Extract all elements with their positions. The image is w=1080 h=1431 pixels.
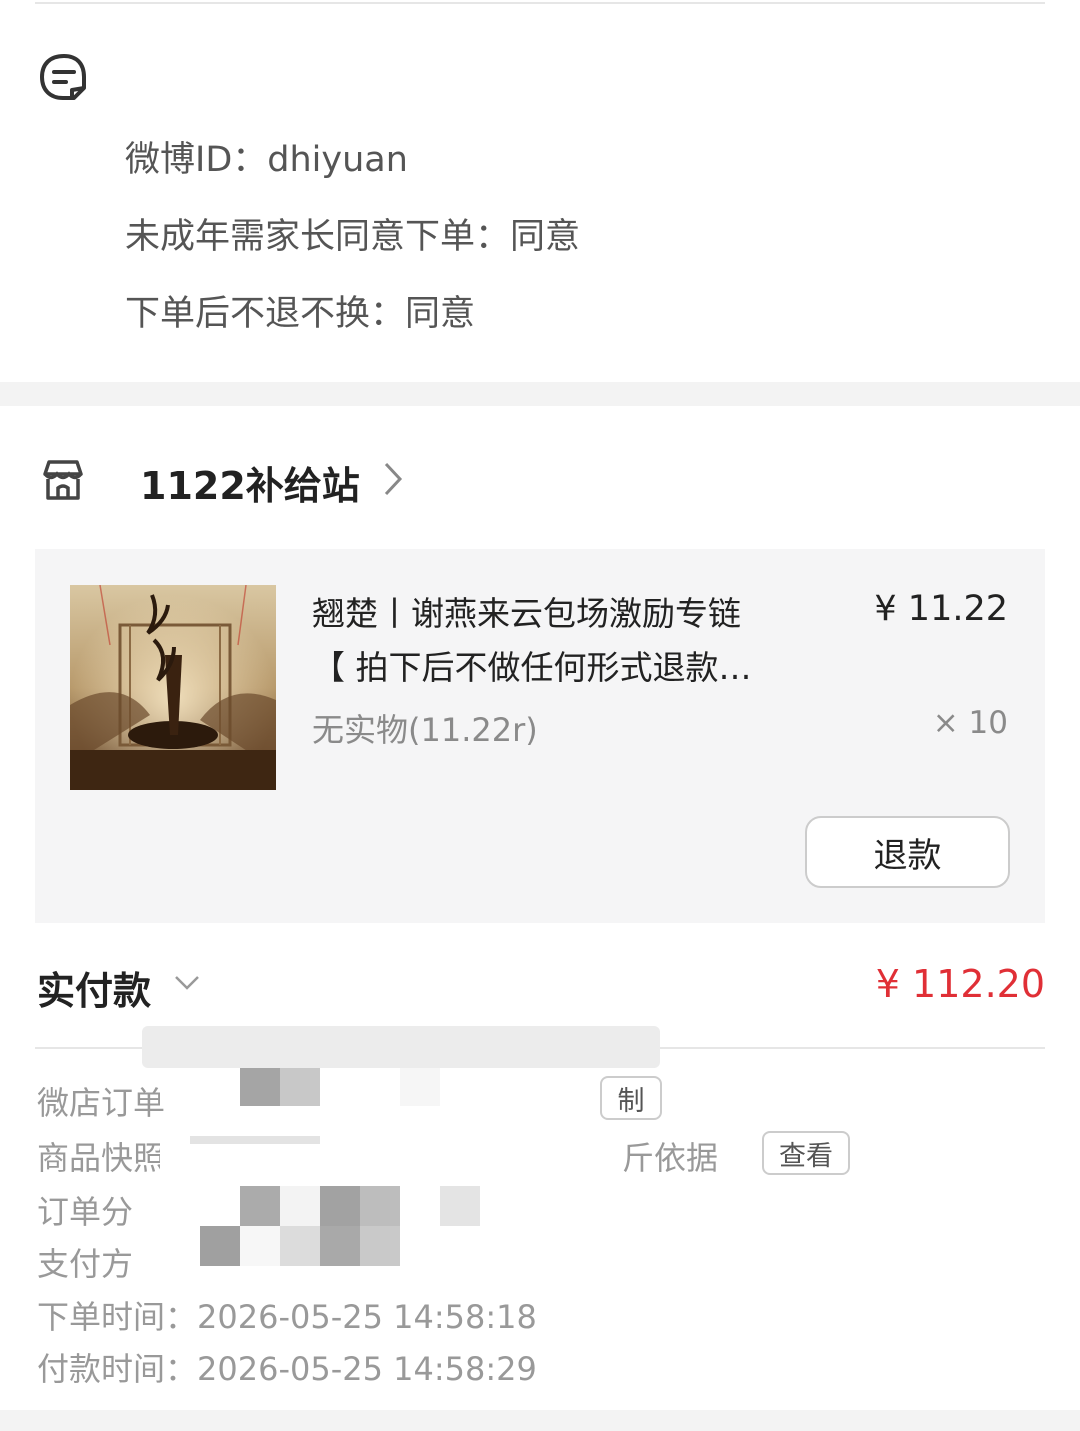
payment-method-row: 支付方 xyxy=(37,1239,133,1285)
product-spec: 无实物(11.22r) xyxy=(312,711,538,749)
order-split-label: 订单分 xyxy=(37,1193,134,1231)
chevron-down-icon[interactable] xyxy=(172,972,202,994)
order-number-row: 微店订单 xyxy=(37,1078,165,1124)
remark-line-no-return: 下单后不退不换：同意 xyxy=(125,294,476,334)
payment-time-label: 付款时间： xyxy=(37,1350,198,1388)
divider xyxy=(35,2,1045,4)
payment-time-value: 2026-05-25 14:58:29 xyxy=(197,1350,537,1388)
product-title[interactable]: 翘楚丨谢燕来云包场激励专链 【 拍下后不做任何形式退款… xyxy=(312,587,822,695)
snapshot-row: 商品快照 xyxy=(37,1133,165,1179)
copy-order-number-button[interactable]: 制 xyxy=(600,1076,662,1120)
order-detail-page: 微博ID：dhiyuan 未成年需家长同意下单：同意 下单后不退不换：同意 11… xyxy=(0,0,1080,1431)
section-separator xyxy=(0,382,1080,406)
view-snapshot-button[interactable]: 查看 xyxy=(762,1131,850,1175)
product-title-line-1: 翘楚丨谢燕来云包场激励专链 xyxy=(312,594,741,633)
snapshot-basis-text: 斤依据 xyxy=(622,1133,718,1179)
order-time-value: 2026-05-25 14:58:18 xyxy=(197,1298,537,1336)
shop-name-link[interactable]: 1122补给站 xyxy=(140,455,360,510)
buyer-remarks: 微博ID：dhiyuan 未成年需家长同意下单：同意 下单后不退不换：同意 xyxy=(125,134,580,365)
product-thumbnail[interactable] xyxy=(70,585,276,790)
snapshot-basis-fragment: 斤依据 xyxy=(622,1139,719,1177)
payment-time-row: 付款时间：2026-05-25 14:58:29 xyxy=(37,1344,537,1390)
product-title-line-2: 【 拍下后不做任何形式退款… xyxy=(312,648,752,687)
storefront-icon xyxy=(43,460,83,500)
view-snapshot-label: 查看 xyxy=(779,1140,833,1172)
product-quantity: × 10 xyxy=(932,705,1008,741)
chevron-right-icon[interactable] xyxy=(380,458,406,500)
paid-amount-label[interactable]: 实付款 xyxy=(37,960,151,1015)
product-unit-price: ¥ 11.22 xyxy=(874,589,1008,629)
product-item-card[interactable]: 翘楚丨谢燕来云包场激励专链 【 拍下后不做任何形式退款… 无实物(11.22r)… xyxy=(35,549,1045,923)
order-time-label: 下单时间： xyxy=(37,1298,198,1336)
remark-line-guardian: 未成年需家长同意下单：同意 xyxy=(125,217,581,257)
order-time-row: 下单时间：2026-05-25 14:58:18 xyxy=(37,1292,537,1338)
snapshot-label: 商品快照 xyxy=(37,1139,166,1177)
copy-button-label: 制 xyxy=(617,1085,645,1117)
remark-line-weibo: 微博ID：dhiyuan xyxy=(125,140,408,180)
payment-method-label: 支付方 xyxy=(37,1245,134,1283)
order-split-row: 订单分 xyxy=(37,1187,133,1233)
section-separator xyxy=(0,1410,1080,1431)
message-note-icon xyxy=(40,54,86,100)
order-number-label: 微店订单 xyxy=(37,1084,166,1122)
paid-amount-value: ¥ 112.20 xyxy=(875,962,1045,1006)
refund-button[interactable]: 退款 xyxy=(805,816,1010,888)
